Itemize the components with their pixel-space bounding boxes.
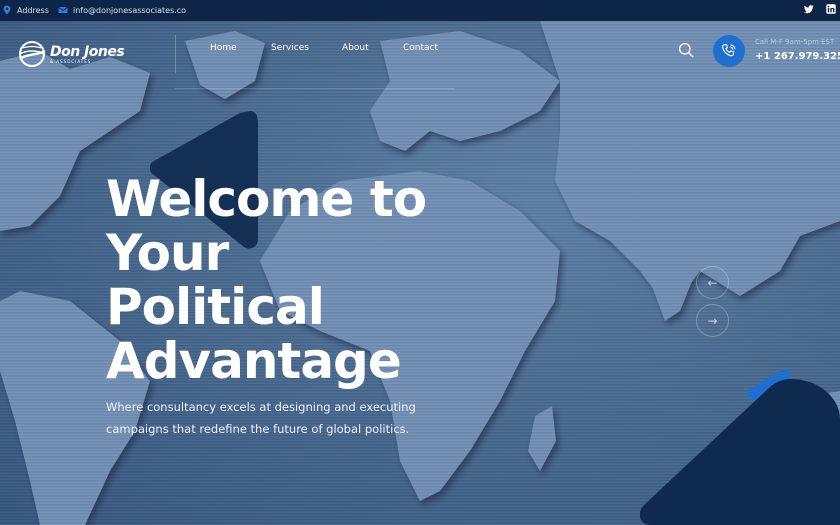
address-label: Address — [17, 5, 49, 15]
brand-text: Don Jones & ASSOCIATES — [50, 43, 125, 64]
linkedin-icon[interactable] — [826, 4, 836, 14]
email-text: info@donjonesassociates.co — [73, 5, 187, 15]
nav-item-home[interactable]: Home — [210, 43, 237, 53]
location-pin-icon — [3, 5, 11, 15]
address-link[interactable]: Address — [2, 5, 49, 15]
arrow-left-icon: ← — [707, 275, 718, 290]
brand-logo[interactable]: Don Jones & ASSOCIATES — [18, 40, 125, 68]
slider-next-button[interactable]: → — [696, 304, 729, 337]
twitter-icon[interactable] — [804, 4, 814, 14]
call-button[interactable] — [713, 35, 745, 67]
header-divider-vertical — [175, 35, 176, 73]
hero-subtitle: Where consultancy excels at designing an… — [106, 397, 426, 440]
search-icon[interactable] — [678, 42, 694, 58]
social-links — [804, 4, 836, 14]
phone-icon — [721, 43, 736, 57]
mail-icon — [58, 7, 68, 13]
nav-item-about[interactable]: About — [342, 43, 369, 53]
email-link[interactable]: info@donjonesassociates.co — [58, 5, 186, 15]
subtitle-line: Where consultancy excels at designing an… — [106, 400, 416, 414]
nav-item-services[interactable]: Services — [271, 43, 309, 53]
brand-subtitle: & ASSOCIATES — [50, 58, 92, 64]
headline-line: Advantage — [106, 332, 402, 390]
arrow-right-icon: → — [707, 313, 718, 328]
top-bar: Address info@donjonesassociates.co — [0, 0, 840, 21]
headline-line: Political — [106, 278, 325, 336]
header-divider-horizontal — [175, 88, 455, 89]
phone-number[interactable]: +1 267.979.3252 — [755, 51, 840, 62]
headline-line: Your — [106, 224, 229, 282]
headline-line: Welcome to — [106, 170, 427, 228]
subtitle-line: campaigns that redefine the future of gl… — [106, 421, 410, 436]
nav-item-contact[interactable]: Contact — [403, 43, 438, 53]
hero-headline: Welcome to Your Political Advantage — [106, 172, 446, 388]
globe-logo-icon — [19, 41, 46, 67]
slider-prev-button[interactable]: ← — [696, 266, 729, 299]
hero-section: Don Jones & ASSOCIATES Home Services Abo… — [0, 21, 840, 525]
brand-name: Don Jones — [50, 43, 125, 60]
call-hours: Call M-F 9am-5pm EST — [755, 38, 835, 46]
